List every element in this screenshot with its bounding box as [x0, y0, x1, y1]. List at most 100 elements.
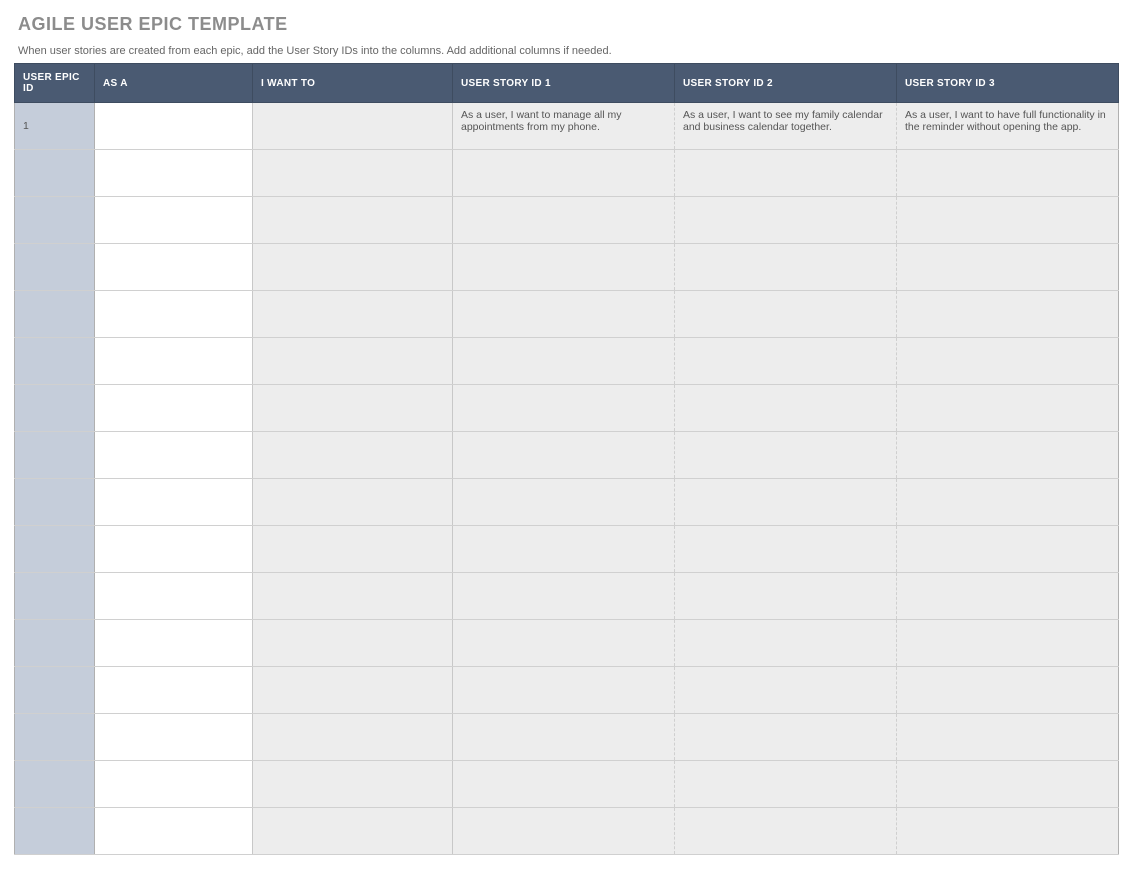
cell-as-a[interactable]	[95, 244, 253, 291]
cell-as-a[interactable]	[95, 150, 253, 197]
cell-user-story-3[interactable]	[897, 526, 1119, 573]
table-row	[15, 808, 1119, 855]
cell-user-story-2[interactable]	[675, 667, 897, 714]
cell-i-want-to[interactable]	[253, 667, 453, 714]
cell-i-want-to[interactable]	[253, 432, 453, 479]
cell-as-a[interactable]	[95, 714, 253, 761]
cell-user-story-2[interactable]	[675, 150, 897, 197]
cell-i-want-to[interactable]	[253, 620, 453, 667]
cell-user-story-1[interactable]	[453, 761, 675, 808]
cell-user-story-2[interactable]	[675, 197, 897, 244]
cell-user-story-1[interactable]	[453, 620, 675, 667]
cell-user-story-2[interactable]	[675, 808, 897, 855]
cell-user-story-2[interactable]	[675, 291, 897, 338]
cell-user-epic-id[interactable]	[15, 479, 95, 526]
cell-as-a[interactable]	[95, 761, 253, 808]
cell-user-epic-id[interactable]	[15, 291, 95, 338]
cell-i-want-to[interactable]	[253, 385, 453, 432]
cell-user-story-2[interactable]	[675, 761, 897, 808]
cell-user-story-3[interactable]	[897, 620, 1119, 667]
cell-as-a[interactable]	[95, 338, 253, 385]
cell-user-story-3[interactable]	[897, 385, 1119, 432]
cell-user-epic-id[interactable]	[15, 338, 95, 385]
cell-user-story-1[interactable]	[453, 150, 675, 197]
cell-i-want-to[interactable]	[253, 338, 453, 385]
cell-user-story-2[interactable]	[675, 526, 897, 573]
table-row	[15, 150, 1119, 197]
cell-as-a[interactable]	[95, 526, 253, 573]
cell-user-epic-id[interactable]	[15, 244, 95, 291]
cell-user-epic-id[interactable]	[15, 761, 95, 808]
cell-user-story-2[interactable]	[675, 385, 897, 432]
cell-user-epic-id[interactable]	[15, 197, 95, 244]
cell-user-epic-id[interactable]	[15, 667, 95, 714]
cell-i-want-to[interactable]	[253, 761, 453, 808]
cell-user-epic-id[interactable]	[15, 620, 95, 667]
cell-as-a[interactable]	[95, 197, 253, 244]
cell-user-story-1[interactable]: As a user, I want to manage all my appoi…	[453, 103, 675, 150]
cell-user-story-3[interactable]	[897, 150, 1119, 197]
cell-user-story-1[interactable]	[453, 291, 675, 338]
cell-user-story-1[interactable]	[453, 244, 675, 291]
cell-user-story-1[interactable]	[453, 808, 675, 855]
cell-i-want-to[interactable]	[253, 526, 453, 573]
cell-as-a[interactable]	[95, 808, 253, 855]
cell-user-epic-id[interactable]	[15, 432, 95, 479]
cell-user-story-2[interactable]	[675, 714, 897, 761]
cell-user-epic-id[interactable]	[15, 573, 95, 620]
cell-i-want-to[interactable]	[253, 244, 453, 291]
cell-user-epic-id[interactable]	[15, 714, 95, 761]
cell-user-story-1[interactable]	[453, 526, 675, 573]
cell-as-a[interactable]	[95, 667, 253, 714]
cell-user-epic-id[interactable]	[15, 526, 95, 573]
cell-user-story-3[interactable]	[897, 667, 1119, 714]
table-row	[15, 667, 1119, 714]
cell-user-story-3[interactable]	[897, 573, 1119, 620]
cell-user-story-3[interactable]	[897, 714, 1119, 761]
cell-user-story-1[interactable]	[453, 338, 675, 385]
cell-user-epic-id[interactable]: 1	[15, 103, 95, 150]
cell-as-a[interactable]	[95, 103, 253, 150]
cell-user-story-3[interactable]	[897, 244, 1119, 291]
cell-user-story-2[interactable]	[675, 432, 897, 479]
cell-user-story-2[interactable]	[675, 479, 897, 526]
cell-user-epic-id[interactable]	[15, 385, 95, 432]
cell-user-epic-id[interactable]	[15, 150, 95, 197]
cell-as-a[interactable]	[95, 479, 253, 526]
cell-i-want-to[interactable]	[253, 573, 453, 620]
cell-user-story-3[interactable]	[897, 761, 1119, 808]
cell-i-want-to[interactable]	[253, 479, 453, 526]
cell-user-story-1[interactable]	[453, 385, 675, 432]
cell-user-story-1[interactable]	[453, 573, 675, 620]
cell-as-a[interactable]	[95, 385, 253, 432]
cell-i-want-to[interactable]	[253, 103, 453, 150]
cell-i-want-to[interactable]	[253, 808, 453, 855]
cell-user-story-2[interactable]	[675, 573, 897, 620]
cell-i-want-to[interactable]	[253, 291, 453, 338]
cell-user-story-1[interactable]	[453, 432, 675, 479]
cell-as-a[interactable]	[95, 432, 253, 479]
cell-user-story-1[interactable]	[453, 479, 675, 526]
cell-as-a[interactable]	[95, 573, 253, 620]
cell-user-story-3[interactable]: As a user, I want to have full functiona…	[897, 103, 1119, 150]
cell-user-epic-id[interactable]	[15, 808, 95, 855]
cell-user-story-1[interactable]	[453, 667, 675, 714]
cell-user-story-1[interactable]	[453, 197, 675, 244]
cell-as-a[interactable]	[95, 291, 253, 338]
cell-user-story-3[interactable]	[897, 432, 1119, 479]
cell-user-story-2[interactable]	[675, 620, 897, 667]
header-i-want-to: I WANT TO	[253, 64, 453, 103]
cell-i-want-to[interactable]	[253, 197, 453, 244]
cell-user-story-3[interactable]	[897, 338, 1119, 385]
cell-user-story-3[interactable]	[897, 808, 1119, 855]
cell-user-story-2[interactable]	[675, 338, 897, 385]
cell-user-story-3[interactable]	[897, 291, 1119, 338]
cell-user-story-3[interactable]	[897, 479, 1119, 526]
cell-as-a[interactable]	[95, 620, 253, 667]
cell-i-want-to[interactable]	[253, 150, 453, 197]
cell-user-story-2[interactable]	[675, 244, 897, 291]
cell-user-story-3[interactable]	[897, 197, 1119, 244]
cell-user-story-1[interactable]	[453, 714, 675, 761]
cell-i-want-to[interactable]	[253, 714, 453, 761]
cell-user-story-2[interactable]: As a user, I want to see my family calen…	[675, 103, 897, 150]
